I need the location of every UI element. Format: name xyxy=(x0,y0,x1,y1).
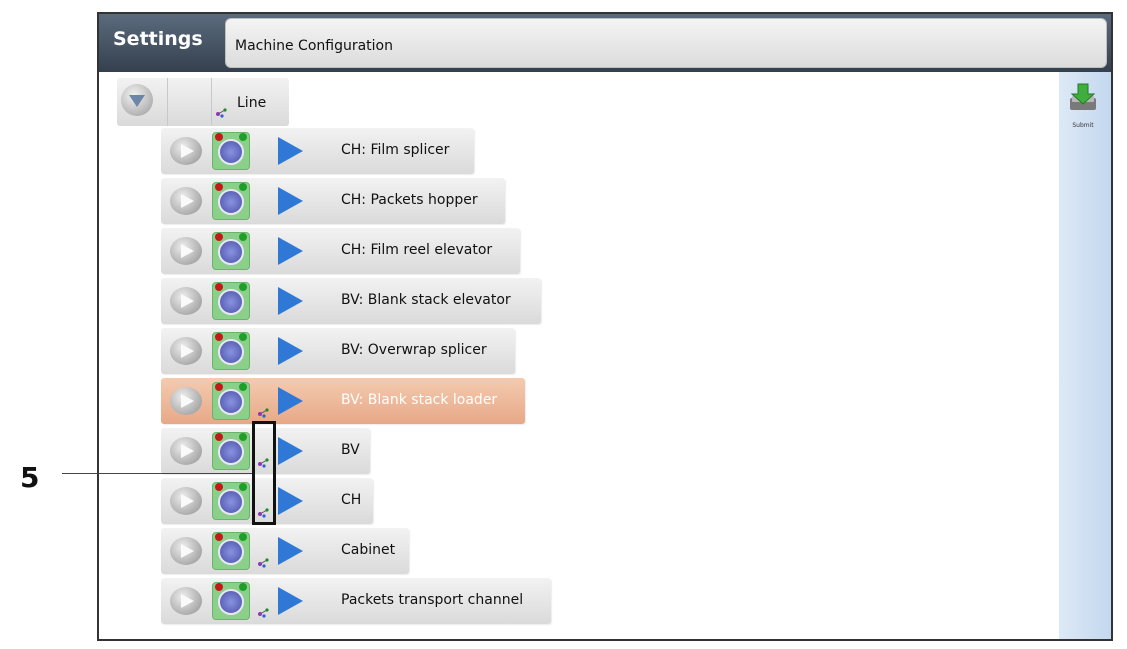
play-icon[interactable] xyxy=(170,337,202,365)
tree-row-label: Packets transport channel xyxy=(341,592,524,608)
gauge-icon[interactable] xyxy=(212,232,250,270)
tree-node-icon xyxy=(258,558,269,568)
callout-highlight-box xyxy=(252,421,276,525)
tree-row-label: BV xyxy=(341,442,360,458)
tree-row-label: BV: Blank stack elevator xyxy=(341,292,511,308)
divider xyxy=(167,78,168,126)
expand-arrow-icon[interactable] xyxy=(278,137,303,165)
tree-row[interactable]: BV: Blank stack loader xyxy=(161,378,525,424)
title-bar: Settings Machine Configuration xyxy=(99,14,1111,72)
submit-icon xyxy=(1070,83,1096,110)
tree-row[interactable]: BV: Overwrap splicer xyxy=(161,328,515,374)
play-icon[interactable] xyxy=(170,437,202,465)
expand-arrow-icon[interactable] xyxy=(278,337,303,365)
tree-row[interactable]: CH: Film reel elevator xyxy=(161,228,520,274)
tree-row[interactable]: BV: Blank stack elevator xyxy=(161,278,541,324)
expand-arrow-icon[interactable] xyxy=(278,287,303,315)
expand-arrow-icon[interactable] xyxy=(278,387,303,415)
gauge-icon[interactable] xyxy=(212,332,250,370)
page-title: Machine Configuration xyxy=(235,38,393,54)
expand-arrow-icon[interactable] xyxy=(278,537,303,565)
submit-label: Submit xyxy=(1072,122,1094,129)
submit-button[interactable]: Submit xyxy=(1063,82,1103,138)
tree-row-label: CH: Film splicer xyxy=(341,142,450,158)
collapse-icon[interactable] xyxy=(121,84,153,116)
gauge-icon[interactable] xyxy=(212,482,250,520)
tree-row[interactable]: Packets transport channel xyxy=(161,578,551,624)
tree-row-label: BV: Blank stack loader xyxy=(341,392,498,408)
expand-arrow-icon[interactable] xyxy=(278,587,303,615)
gauge-icon[interactable] xyxy=(212,132,250,170)
tree-row-label: Cabinet xyxy=(341,542,396,558)
tree-node-icon xyxy=(258,608,269,618)
right-toolbar: Submit xyxy=(1059,72,1111,639)
play-icon[interactable] xyxy=(170,487,202,515)
callout-number: 5 xyxy=(20,461,40,494)
play-icon[interactable] xyxy=(170,537,202,565)
divider xyxy=(211,78,212,126)
play-icon[interactable] xyxy=(170,137,202,165)
tree-row[interactable]: Cabinet xyxy=(161,528,409,574)
play-icon[interactable] xyxy=(170,287,202,315)
tree-root-line[interactable]: Line xyxy=(117,78,289,126)
tree-row-label: CH xyxy=(341,492,362,508)
gauge-icon[interactable] xyxy=(212,182,250,220)
tree-node-icon xyxy=(216,108,227,118)
tree-node-icon xyxy=(258,408,269,418)
expand-arrow-icon[interactable] xyxy=(278,487,303,515)
settings-window: Settings Machine Configuration Line CH: … xyxy=(97,12,1113,641)
callout-leader-line xyxy=(62,473,252,474)
expand-arrow-icon[interactable] xyxy=(278,437,303,465)
tree-row-label: CH: Packets hopper xyxy=(341,192,478,208)
gauge-icon[interactable] xyxy=(212,282,250,320)
gauge-icon[interactable] xyxy=(212,582,250,620)
tree-row-label: BV: Overwrap splicer xyxy=(341,342,487,358)
tree-root-label: Line xyxy=(237,95,267,111)
expand-arrow-icon[interactable] xyxy=(278,187,303,215)
expand-arrow-icon[interactable] xyxy=(278,237,303,265)
breadcrumb-field: Machine Configuration xyxy=(225,18,1107,68)
tree-row[interactable]: CH: Film splicer xyxy=(161,128,474,174)
play-icon[interactable] xyxy=(170,587,202,615)
play-icon[interactable] xyxy=(170,187,202,215)
gauge-icon[interactable] xyxy=(212,382,250,420)
settings-title: Settings xyxy=(113,28,203,50)
tree-row[interactable]: CH: Packets hopper xyxy=(161,178,505,224)
gauge-icon[interactable] xyxy=(212,532,250,570)
play-icon[interactable] xyxy=(170,387,202,415)
tree-row-label: CH: Film reel elevator xyxy=(341,242,493,258)
gauge-icon[interactable] xyxy=(212,432,250,470)
play-icon[interactable] xyxy=(170,237,202,265)
